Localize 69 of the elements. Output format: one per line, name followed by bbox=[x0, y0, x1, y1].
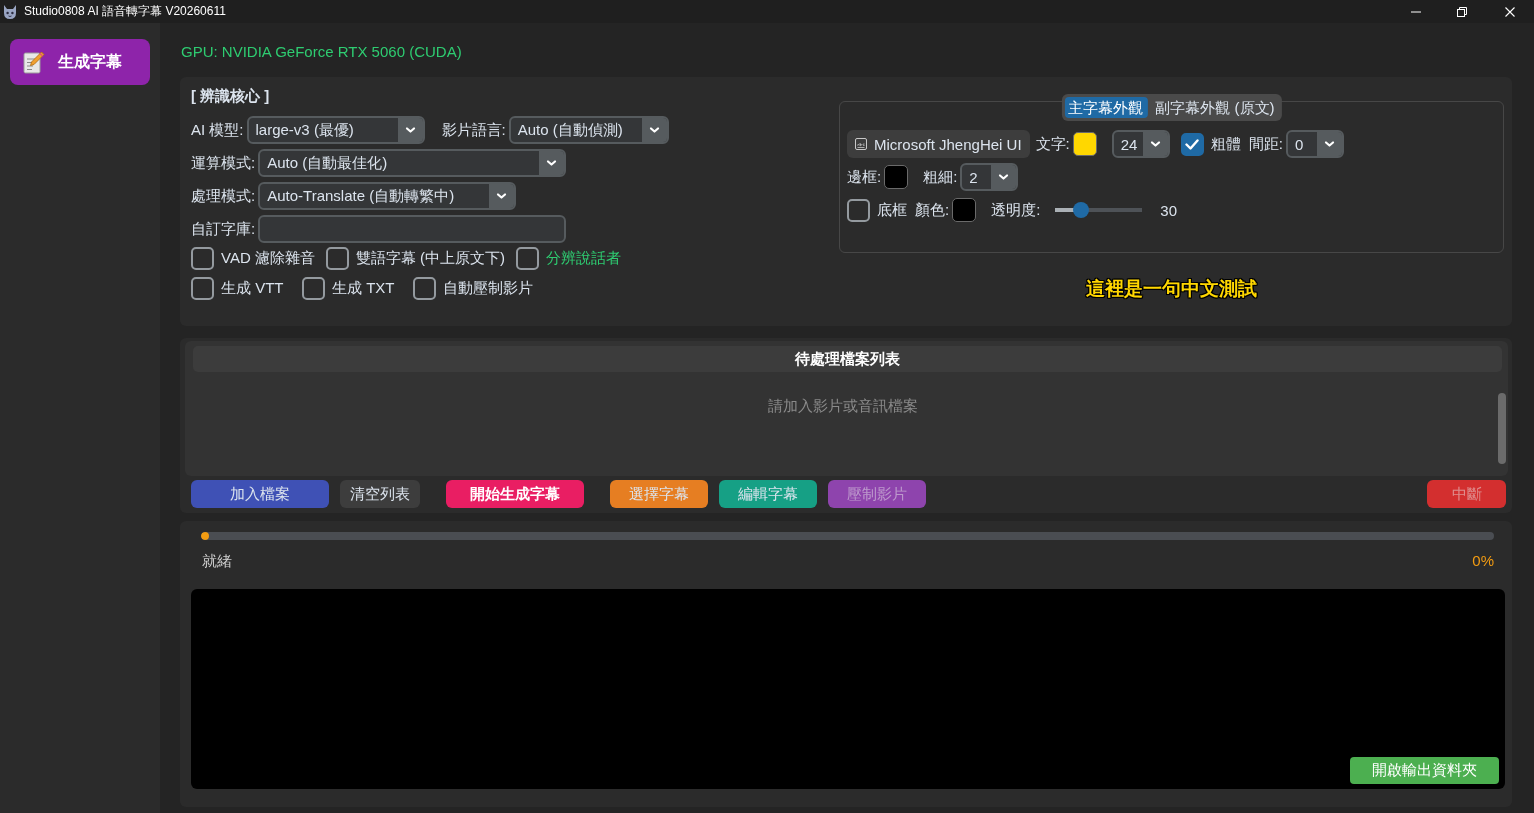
chevron-down-icon bbox=[489, 184, 515, 208]
action-button[interactable]: 開始生成字幕 bbox=[446, 480, 584, 508]
checkmark-icon bbox=[1185, 138, 1200, 150]
checkbox[interactable] bbox=[516, 246, 540, 270]
checkbox-label[interactable]: 自動壓制影片 bbox=[443, 278, 533, 298]
checkbox[interactable] bbox=[302, 276, 325, 300]
field-label: 間距: bbox=[1248, 134, 1283, 154]
action-button[interactable]: 加入檔案 bbox=[191, 480, 329, 508]
field-label: 運算模式: bbox=[191, 153, 256, 173]
checkbox-label[interactable]: 生成 VTT bbox=[221, 278, 284, 298]
dropdown[interactable]: 24 bbox=[1111, 130, 1170, 158]
chevron-down-icon bbox=[991, 165, 1017, 189]
text-input-field[interactable] bbox=[258, 215, 567, 243]
font-picker-button[interactable]: Microsoft JhengHei UI bbox=[847, 130, 1030, 158]
checkbox[interactable] bbox=[413, 276, 436, 300]
chevron-down-icon bbox=[1142, 132, 1168, 156]
memo-pencil-icon bbox=[23, 50, 45, 74]
dropdown[interactable]: large-v3 (最優) bbox=[246, 116, 425, 144]
checkbox[interactable] bbox=[1180, 132, 1204, 156]
sidebar-item[interactable]: 生成字幕 bbox=[10, 39, 150, 85]
window-title: Studio0808 AI 語音轉字幕 V20260611 bbox=[24, 3, 227, 20]
checkbox-label[interactable]: 雙語字幕 (中上原文下) bbox=[355, 248, 506, 268]
tab[interactable]: 主字幕外觀 bbox=[1064, 97, 1148, 118]
slider-thumb[interactable] bbox=[1073, 202, 1090, 218]
checkbox[interactable] bbox=[325, 246, 349, 270]
chevron-down-icon bbox=[1316, 132, 1342, 156]
close-icon bbox=[1504, 6, 1515, 17]
checkbox-label[interactable]: 底框 bbox=[877, 200, 907, 220]
progress-percent: 0% bbox=[1472, 551, 1494, 571]
field-label: 粗細: bbox=[923, 167, 958, 187]
field-label: 處理模式: bbox=[191, 186, 256, 206]
checkbox-label[interactable]: 生成 TXT bbox=[332, 278, 395, 298]
chevron-down-icon bbox=[397, 118, 423, 142]
subtitle-preview-text: 這裡是一句中文測試 bbox=[1086, 277, 1257, 301]
field-label: 自訂字庫: bbox=[191, 219, 256, 239]
chevron-down-icon bbox=[641, 118, 667, 142]
field-label: 透明度: bbox=[991, 200, 1041, 220]
checkbox[interactable] bbox=[191, 276, 214, 300]
slider-value: 30 bbox=[1160, 201, 1178, 219]
field-label: 顏色: bbox=[915, 200, 950, 220]
checkbox-label[interactable]: VAD 濾除雜音 bbox=[221, 248, 315, 268]
field-label: 邊框: bbox=[847, 167, 882, 187]
scrollbar[interactable] bbox=[1498, 393, 1506, 464]
color-swatch[interactable] bbox=[884, 165, 909, 189]
tab[interactable]: 副字幕外觀 (原文) bbox=[1151, 97, 1279, 118]
field-label: 文字: bbox=[1035, 134, 1070, 154]
restore-icon bbox=[1457, 6, 1467, 17]
field-label: AI 模型: bbox=[191, 120, 244, 140]
checkbox[interactable] bbox=[847, 198, 870, 222]
color-swatch[interactable] bbox=[952, 198, 977, 222]
action-button[interactable]: 清空列表 bbox=[340, 480, 420, 508]
dropdown[interactable]: Auto (自動最佳化) bbox=[258, 149, 567, 177]
gpu-status-text: GPU: NVIDIA GeForce RTX 5060 (CUDA) bbox=[180, 42, 462, 62]
checkbox-label[interactable]: 粗體 bbox=[1210, 134, 1241, 154]
color-swatch[interactable] bbox=[1072, 132, 1097, 156]
checkbox[interactable] bbox=[191, 246, 214, 270]
dropdown[interactable]: 2 bbox=[960, 163, 1019, 191]
checkbox-label[interactable]: 分辨說話者 bbox=[546, 248, 622, 268]
font-icon bbox=[855, 138, 867, 150]
empty-list-message: 請加入影片或音訊檔案 bbox=[767, 396, 918, 416]
chevron-down-icon bbox=[539, 151, 565, 175]
dropdown[interactable]: Auto-Translate (自動轉繁中) bbox=[258, 182, 517, 210]
field-label: 影片語言: bbox=[441, 120, 506, 140]
section-heading: [ 辨識核心 ] bbox=[190, 86, 270, 106]
cat-head-icon bbox=[2, 3, 18, 20]
dropdown[interactable]: 0 bbox=[1285, 130, 1344, 158]
dropdown[interactable]: Auto (自動偵測) bbox=[508, 116, 669, 144]
list-header: 待處理檔案列表 bbox=[193, 346, 1502, 372]
status-text: 就緒 bbox=[202, 551, 232, 571]
